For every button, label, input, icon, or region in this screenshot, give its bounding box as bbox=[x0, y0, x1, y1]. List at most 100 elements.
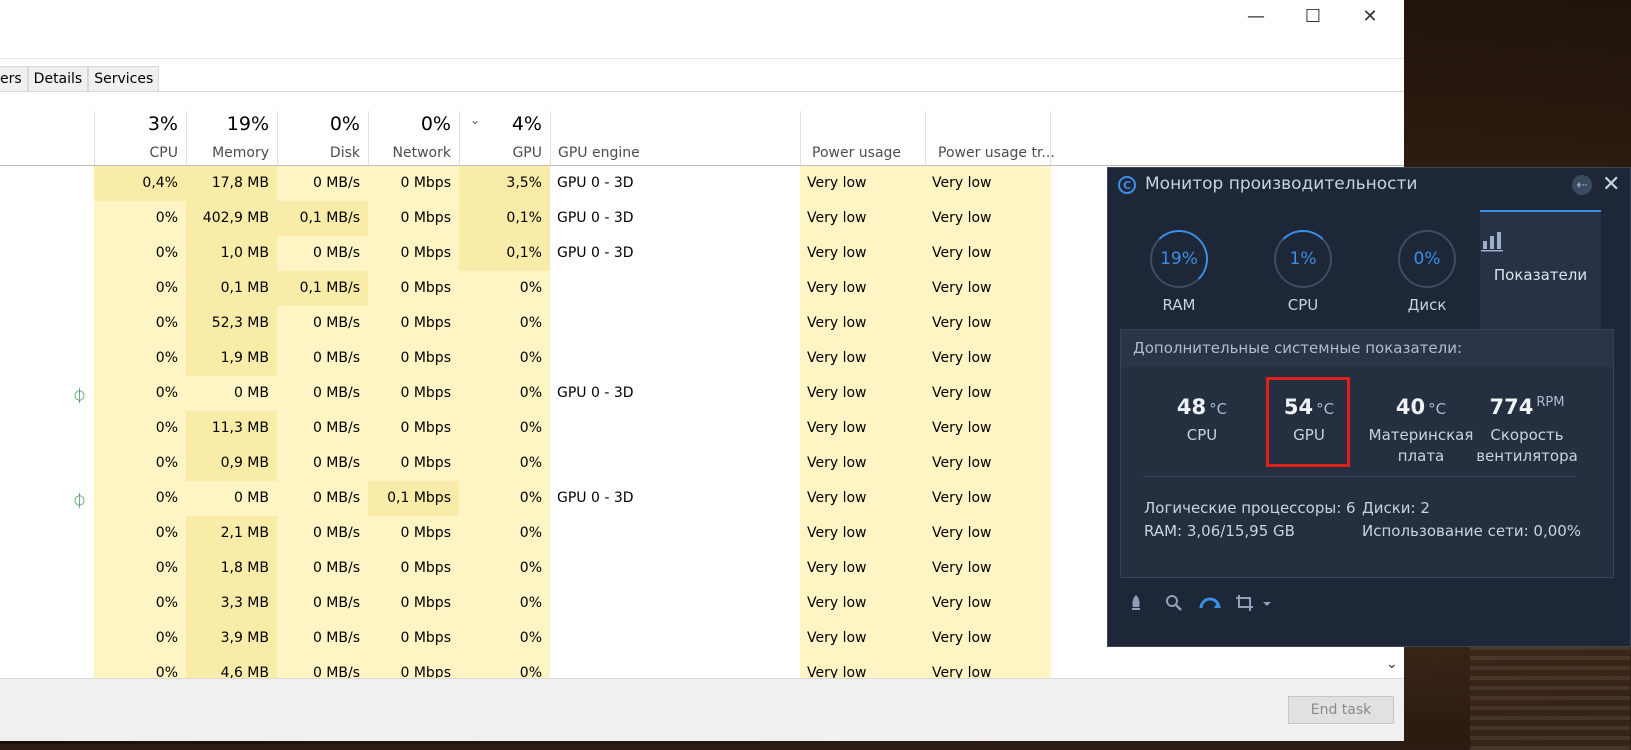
cell-cpu: 0% bbox=[94, 586, 186, 621]
cell-power: Very low bbox=[800, 376, 925, 411]
monitor-title: Монитор производительности bbox=[1145, 174, 1418, 194]
cell-cpu: 0% bbox=[94, 306, 186, 341]
close-button[interactable]: ✕ bbox=[1347, 0, 1393, 32]
cell-trend: Very low bbox=[925, 341, 1051, 376]
cell-cpu: 0% bbox=[94, 236, 186, 271]
efficiency-mode-leaf-icon: ⏀ bbox=[72, 492, 88, 510]
table-row[interactable]: 0% 4,6 MB 0 MB/s 0 Mbps 0% Very low Very low bbox=[0, 656, 1404, 678]
gauge-disk[interactable]: 0% Диск bbox=[1372, 230, 1482, 330]
back-arrow-icon[interactable]: ⇠ bbox=[1572, 175, 1592, 195]
cell-disk: 0 MB/s bbox=[277, 341, 368, 376]
cell-trend: Very low bbox=[925, 166, 1051, 201]
cell-engine: GPU 0 - 3D bbox=[557, 245, 634, 261]
cell-power: Very low bbox=[800, 446, 925, 481]
cell-engine: GPU 0 - 3D bbox=[557, 210, 634, 226]
cell-memory: 4,6 MB bbox=[186, 656, 277, 678]
indicators-label: Показатели bbox=[1493, 266, 1588, 284]
gauge-cpu[interactable]: 1% CPU bbox=[1248, 230, 1358, 330]
cell-disk: 0 MB/s bbox=[277, 411, 368, 446]
cell-power: Very low bbox=[800, 341, 925, 376]
scroll-down-arrow-icon[interactable]: ⌄ bbox=[1386, 656, 1398, 672]
cell-cpu: 0% bbox=[94, 656, 186, 678]
power-trend-label: Power usage tr... bbox=[938, 145, 1055, 161]
cell-engine bbox=[550, 656, 800, 678]
cell-memory: 3,9 MB bbox=[186, 621, 277, 656]
memory-label: Memory bbox=[212, 145, 269, 161]
monitor-toolbar bbox=[1108, 586, 1630, 626]
rocket-icon[interactable] bbox=[1124, 594, 1148, 618]
system-indicators-panel: Дополнительные системные показатели: 48 °… bbox=[1120, 329, 1614, 578]
cell-network: 0 Mbps bbox=[368, 411, 459, 446]
tab-details[interactable]: Details bbox=[27, 66, 89, 91]
cell-cpu: 0% bbox=[94, 271, 186, 306]
cell-engine bbox=[550, 586, 800, 621]
tab-users[interactable]: ers bbox=[0, 66, 28, 91]
end-task-button[interactable]: End task bbox=[1288, 696, 1394, 724]
cell-trend: Very low bbox=[925, 236, 1051, 271]
maximize-button[interactable]: ☐ bbox=[1290, 0, 1336, 32]
memory-total: 19% bbox=[226, 113, 269, 135]
disk-label: Disk bbox=[329, 145, 360, 161]
column-header-power-trend[interactable]: Power usage tr... bbox=[925, 111, 1055, 165]
cpu-value: 1% bbox=[1289, 249, 1317, 269]
search-icon[interactable] bbox=[1162, 594, 1186, 618]
column-header-gpu-engine[interactable]: GPU engine bbox=[550, 111, 800, 165]
column-header-row: 3% CPU 19% Memory 0% Disk 0% Network 4% … bbox=[0, 111, 1404, 166]
cell-gpu: 0% bbox=[459, 481, 550, 516]
column-header-disk[interactable]: 0% Disk bbox=[277, 111, 368, 165]
cell-engine bbox=[550, 446, 800, 481]
cell-disk: 0 MB/s bbox=[277, 306, 368, 341]
tab-services[interactable]: Services bbox=[88, 66, 160, 91]
ram-ring: 19% bbox=[1150, 230, 1208, 288]
cell-disk: 0 MB/s bbox=[277, 551, 368, 586]
cell-engine: GPU 0 - 3D bbox=[557, 490, 634, 506]
motherboard-temp-unit: °C bbox=[1428, 400, 1447, 418]
cell-cpu: 0% bbox=[94, 551, 186, 586]
disk-total: 0% bbox=[329, 113, 360, 135]
cell-power: Very low bbox=[800, 516, 925, 551]
disk-value: 0% bbox=[1413, 249, 1441, 269]
gpu-total: 4% bbox=[511, 113, 542, 135]
app-logo-icon: C bbox=[1118, 176, 1136, 194]
column-header-cpu[interactable]: 3% CPU bbox=[94, 111, 186, 165]
menu-bar bbox=[0, 33, 1404, 59]
cell-trend: Very low bbox=[925, 586, 1051, 621]
cell-gpu: 0,1% bbox=[459, 201, 550, 236]
cell-memory: 11,3 MB bbox=[186, 411, 277, 446]
cell-gpu: 0% bbox=[459, 341, 550, 376]
cell-engine bbox=[550, 516, 800, 551]
performance-monitor-panel: C Монитор производительности ⇠ ✕ 19% RAM… bbox=[1107, 167, 1631, 647]
tab-bar: ers Details Services bbox=[0, 65, 160, 91]
cell-network: 0,1 Mbps bbox=[368, 481, 459, 516]
cell-gpu: 3,5% bbox=[459, 166, 550, 201]
monitor-close-icon[interactable]: ✕ bbox=[1602, 172, 1620, 197]
cell-gpu: 0% bbox=[459, 306, 550, 341]
speed-boost-icon[interactable] bbox=[1198, 594, 1222, 618]
cell-power: Very low bbox=[800, 481, 925, 516]
monitor-title-bar: C Монитор производительности ⇠ ✕ bbox=[1108, 168, 1630, 202]
sort-descending-icon: ⌄ bbox=[470, 113, 481, 127]
metric-fan-speed: 774 RPM Скорость вентилятора bbox=[1467, 395, 1587, 467]
cell-power: Very low bbox=[800, 201, 925, 236]
cell-gpu: 0% bbox=[459, 586, 550, 621]
cell-memory: 3,3 MB bbox=[186, 586, 277, 621]
column-header-power-usage[interactable]: Power usage bbox=[800, 111, 925, 165]
gauge-ram[interactable]: 19% RAM bbox=[1124, 230, 1234, 330]
cell-disk: 0 MB/s bbox=[277, 481, 368, 516]
cell-disk: 0 MB/s bbox=[277, 621, 368, 656]
column-header-network[interactable]: 0% Network bbox=[368, 111, 459, 165]
tab-indicators[interactable]: Показатели bbox=[1480, 210, 1601, 330]
gpu-highlight-box bbox=[1266, 377, 1350, 467]
cell-gpu: 0% bbox=[459, 621, 550, 656]
cell-memory: 52,3 MB bbox=[186, 306, 277, 341]
cell-network: 0 Mbps bbox=[368, 306, 459, 341]
column-header-memory[interactable]: 19% Memory bbox=[186, 111, 277, 165]
minimize-button[interactable]: — bbox=[1233, 0, 1279, 32]
cell-gpu: 0% bbox=[459, 516, 550, 551]
cell-disk: 0 MB/s bbox=[277, 586, 368, 621]
cell-trend: Very low bbox=[925, 306, 1051, 341]
cell-trend: Very low bbox=[925, 201, 1051, 236]
cpu-temp-unit: °C bbox=[1209, 400, 1228, 418]
cell-memory: 2,1 MB bbox=[186, 516, 277, 551]
crop-menu-icon[interactable] bbox=[1234, 594, 1274, 618]
